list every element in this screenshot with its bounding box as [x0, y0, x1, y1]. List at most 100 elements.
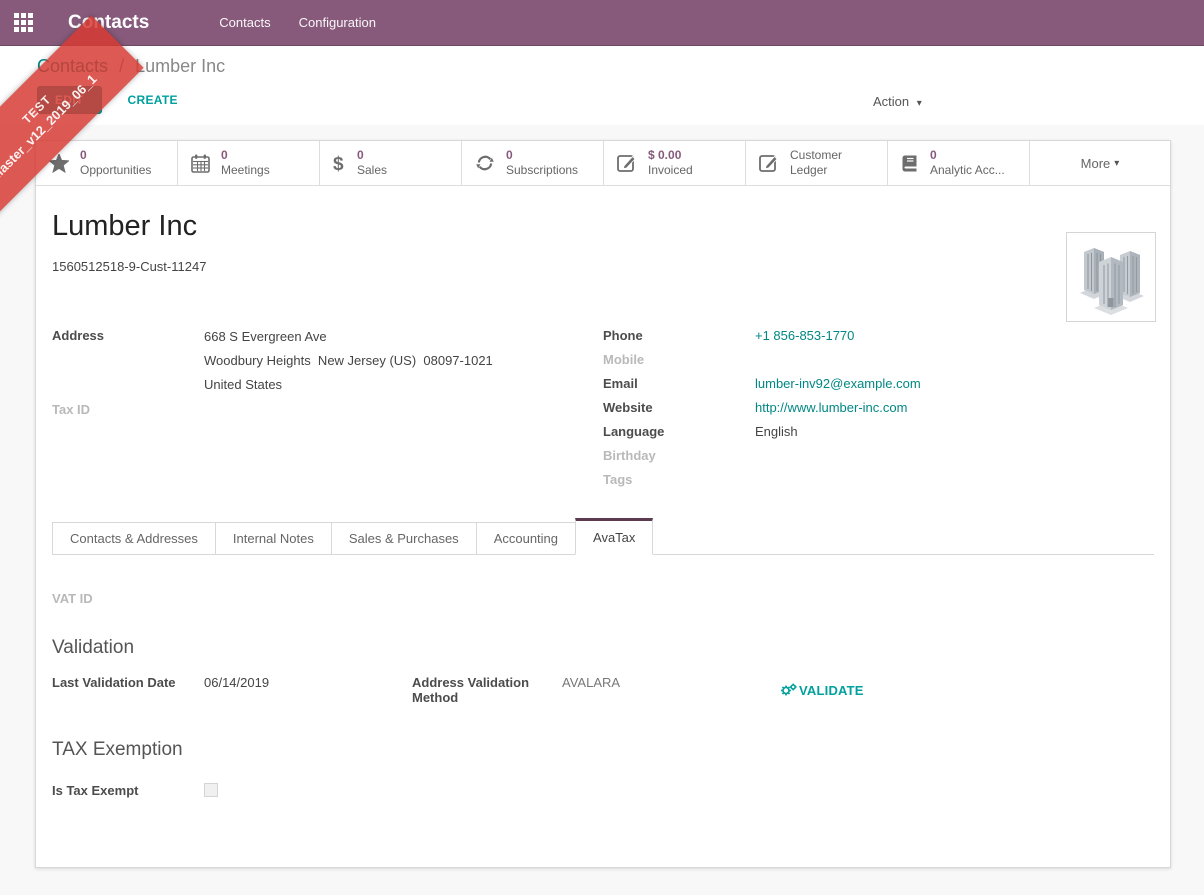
validate-button[interactable]: VALIDATE: [780, 675, 864, 705]
stat-value: 0: [930, 148, 1005, 163]
tab-avatax[interactable]: AvaTax: [575, 518, 653, 555]
field-tax-id: Tax ID: [52, 400, 603, 424]
phone-link[interactable]: +1 856-853-1770: [755, 328, 854, 343]
field-label-birthday: Birthday: [603, 446, 755, 463]
field-label-address: Address: [52, 326, 204, 343]
stat-label: Customer Ledger: [790, 148, 882, 178]
tab-sales-purchases[interactable]: Sales & Purchases: [331, 522, 477, 555]
field-address-validation-method: Address Validation Method AVALARA: [412, 673, 780, 705]
stat-button-row: 0 Opportunities: [36, 141, 1170, 186]
buildings-image: [1070, 236, 1152, 318]
control-panel: Contacts / Lumber Inc EDIT CREATE Action…: [0, 46, 1204, 125]
apps-grid-icon: [14, 13, 33, 32]
create-button[interactable]: CREATE: [128, 93, 178, 107]
field-phone: Phone +1 856-853-1770: [603, 326, 1154, 350]
validate-button-label: VALIDATE: [799, 683, 864, 698]
more-button-label: More: [1081, 156, 1111, 171]
record-title: Lumber Inc: [52, 210, 1154, 243]
nav-menu-contacts[interactable]: Contacts: [205, 0, 284, 46]
refresh-icon: [475, 154, 495, 172]
form-sheet: 0 Opportunities: [35, 140, 1171, 868]
chevron-down-icon: ▾: [917, 98, 922, 109]
svg-text:$: $: [333, 154, 344, 174]
more-button[interactable]: More ▾: [1030, 141, 1170, 185]
tab-contacts-addresses[interactable]: Contacts & Addresses: [52, 522, 216, 555]
field-label-is-tax-exempt: Is Tax Exempt: [52, 781, 204, 798]
field-label-tax-id: Tax ID: [52, 400, 204, 417]
field-label-website: Website: [603, 398, 755, 415]
calendar-icon: [191, 154, 210, 173]
field-label-address-validation-method: Address Validation Method: [412, 673, 562, 705]
field-value-address: 668 S Evergreen Ave Woodbury Heights New…: [204, 326, 493, 400]
address-line-3: United States: [204, 376, 493, 400]
stat-label: Invoiced: [648, 163, 693, 178]
stat-label: Subscriptions: [506, 163, 578, 178]
stat-value: 0: [221, 148, 270, 163]
field-is-tax-exempt: Is Tax Exempt: [52, 781, 1154, 805]
star-icon: [49, 154, 69, 173]
website-link[interactable]: http://www.lumber-inc.com: [755, 400, 907, 415]
field-website: Website http://www.lumber-inc.com: [603, 398, 1154, 422]
stat-label: Meetings: [221, 163, 270, 178]
company-avatar: [1066, 232, 1156, 322]
field-mobile: Mobile: [603, 350, 1154, 374]
field-label-vat-id: VAT ID: [52, 589, 204, 606]
field-birthday: Birthday: [603, 446, 1154, 470]
validation-section-title: Validation: [52, 637, 1154, 659]
stat-button-invoiced[interactable]: $ 0.00 Invoiced: [604, 141, 746, 185]
stat-button-sales[interactable]: $ 0 Sales: [320, 141, 462, 185]
stat-value: 0: [80, 148, 151, 163]
sheet-body: Lumber Inc 1560512518-9-Cust-11247 Addre…: [36, 210, 1170, 805]
top-navbar: Contacts Contacts Configuration: [0, 0, 1204, 46]
notebook-tabs: Contacts & Addresses Internal Notes Sale…: [52, 521, 1154, 555]
field-label-language: Language: [603, 422, 755, 439]
edit-note-icon: [617, 153, 637, 173]
detail-fields: Address 668 S Evergreen Ave Woodbury Hei…: [52, 326, 1154, 494]
avatax-tab-content: VAT ID Validation Last Validation Date 0…: [52, 555, 1154, 805]
tab-internal-notes[interactable]: Internal Notes: [215, 522, 332, 555]
navbar-menus: Contacts Configuration: [205, 0, 390, 46]
stat-value: 0: [357, 148, 387, 163]
record-reference: 1560512518-9-Cust-11247: [52, 259, 1154, 274]
stat-value: $ 0.00: [648, 148, 693, 163]
stat-button-meetings[interactable]: 0 Meetings: [178, 141, 320, 185]
apps-menu-button[interactable]: [0, 0, 46, 46]
fields-right-column: Phone +1 856-853-1770 Mobile Email lumbe…: [603, 326, 1154, 494]
field-label-email: Email: [603, 374, 755, 391]
address-line-1: 668 S Evergreen Ave: [204, 328, 493, 352]
breadcrumb: Contacts / Lumber Inc: [37, 56, 1204, 77]
dollar-icon: $: [333, 153, 346, 174]
field-last-validation-date: Last Validation Date 06/14/2019: [52, 673, 412, 705]
field-label-tags: Tags: [603, 470, 755, 487]
breadcrumb-contacts-link[interactable]: Contacts: [37, 56, 108, 76]
book-icon: [901, 154, 919, 173]
action-menu[interactable]: Action ▾: [873, 94, 922, 109]
field-email: Email lumber-inv92@example.com: [603, 374, 1154, 398]
is-tax-exempt-checkbox[interactable]: [204, 783, 218, 797]
field-vat-id: VAT ID: [52, 589, 1154, 607]
breadcrumb-current: Lumber Inc: [135, 56, 225, 76]
field-language: Language English: [603, 422, 1154, 446]
email-link[interactable]: lumber-inv92@example.com: [755, 376, 921, 391]
stat-button-subscriptions[interactable]: 0 Subscriptions: [462, 141, 604, 185]
tab-accounting[interactable]: Accounting: [476, 522, 576, 555]
field-label-mobile: Mobile: [603, 350, 755, 367]
action-menu-label: Action: [873, 94, 909, 109]
field-value-language: English: [755, 422, 798, 439]
stat-button-opportunities[interactable]: 0 Opportunities: [36, 141, 178, 185]
edit-note-icon: [759, 153, 779, 173]
field-address: Address 668 S Evergreen Ave Woodbury Hei…: [52, 326, 603, 400]
app-title: Contacts: [68, 12, 149, 34]
edit-button[interactable]: EDIT: [37, 86, 102, 114]
stat-button-customer-ledger[interactable]: Customer Ledger: [746, 141, 888, 185]
fields-left-column: Address 668 S Evergreen Ave Woodbury Hei…: [52, 326, 603, 494]
field-label-phone: Phone: [603, 326, 755, 343]
stat-button-analytic-accounts[interactable]: 0 Analytic Acc...: [888, 141, 1030, 185]
stat-value: 0: [506, 148, 578, 163]
nav-menu-configuration[interactable]: Configuration: [285, 0, 390, 46]
address-line-2: Woodbury Heights New Jersey (US) 08097-1…: [204, 352, 493, 376]
chevron-down-icon: ▾: [1114, 158, 1119, 169]
validation-fields: Last Validation Date 06/14/2019 Address …: [52, 673, 1154, 705]
control-panel-buttons: EDIT CREATE: [37, 86, 1204, 114]
field-value-last-validation-date: 06/14/2019: [204, 673, 269, 705]
